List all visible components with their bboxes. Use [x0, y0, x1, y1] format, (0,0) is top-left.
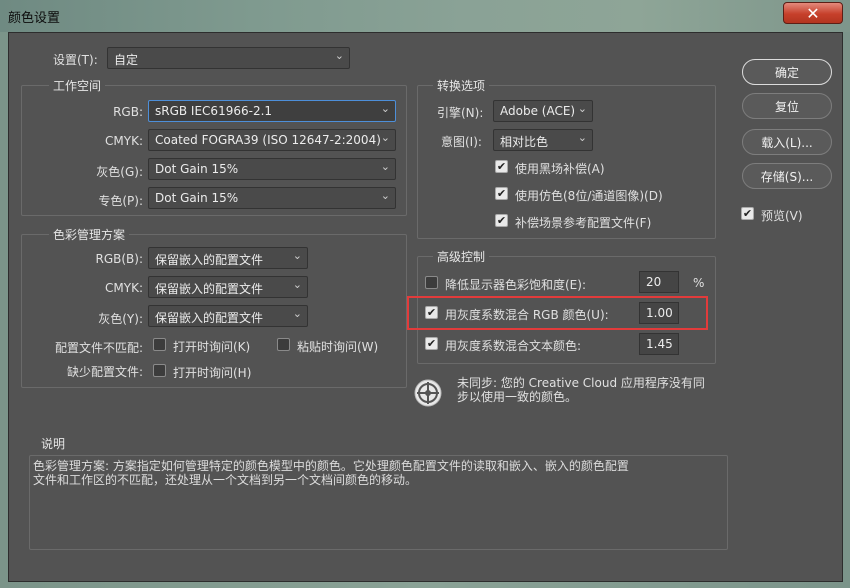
chevron-down-icon: ⌄	[380, 189, 390, 202]
settings-label: 设置(T):	[53, 53, 98, 67]
ws-gray-label: 灰色(G):	[96, 165, 143, 179]
ws-rgb-select[interactable]: sRGB IEC61966-2.1 ⌄	[148, 100, 396, 122]
ws-rgb-value: sRGB IEC61966-2.1	[155, 104, 273, 118]
chevron-down-icon: ⌄	[577, 131, 587, 144]
ask-open-missing-checkbox[interactable]	[153, 364, 166, 377]
close-icon: ✕	[806, 3, 820, 23]
window-title: 颜色设置	[8, 11, 61, 26]
ws-cmyk-label: CMYK:	[105, 134, 143, 148]
sync-text-line2: 步以使用一致的颜色。	[457, 390, 578, 404]
ask-open-checkbox[interactable]	[153, 338, 166, 351]
compensate-checkbox[interactable]: ✔	[495, 214, 508, 227]
blend-text-checkbox[interactable]: ✔	[425, 337, 438, 350]
dialog-body: 设置(T): 自定 ⌄ 工作空间 RGB: sRGB IEC61966-2.1 ⌄ …	[8, 32, 843, 582]
ask-open-label[interactable]: 打开时询问(K)	[173, 338, 250, 355]
intent-value: 相对比色	[500, 135, 549, 149]
ws-cmyk-select[interactable]: Coated FOGRA39 (ISO 12647-2:2004) ⌄	[148, 129, 396, 151]
chevron-down-icon: ⌄	[380, 102, 390, 115]
desaturate-checkbox[interactable]	[425, 276, 438, 289]
pol-gray-value: 保留嵌入的配置文件	[155, 311, 264, 325]
preview-checkbox[interactable]: ✔	[741, 207, 754, 220]
pol-rgb-select[interactable]: 保留嵌入的配置文件 ⌄	[148, 247, 308, 269]
ws-spot-label: 专色(P):	[98, 194, 143, 208]
ok-button[interactable]: 确定	[742, 59, 832, 85]
ws-gray-value: Dot Gain 15%	[155, 162, 239, 176]
save-button[interactable]: 存储(S)...	[742, 163, 832, 189]
blend-rgb-label[interactable]: 用灰度系数混合 RGB 颜色(U):	[445, 306, 609, 323]
missing-label: 缺少配置文件:	[66, 365, 143, 379]
settings-value: 自定	[114, 53, 139, 67]
chevron-down-icon: ⌄	[577, 102, 587, 115]
ws-gray-select[interactable]: Dot Gain 15% ⌄	[148, 158, 396, 180]
dither-label[interactable]: 使用仿色(8位/通道图像)(D)	[515, 187, 663, 204]
ws-cmyk-value: Coated FOGRA39 (ISO 12647-2:2004)	[155, 133, 381, 147]
pol-cmyk-value: 保留嵌入的配置文件	[155, 282, 264, 296]
pol-cmyk-select[interactable]: 保留嵌入的配置文件 ⌄	[148, 276, 308, 298]
sync-status-icon	[413, 378, 443, 408]
description-line1: 色彩管理方案: 方案指定如何管理特定的颜色模型中的颜色。它处理颜色配置文件的读取…	[33, 459, 629, 473]
conversion-title: 转换选项	[433, 77, 490, 94]
chevron-down-icon: ⌄	[292, 307, 302, 320]
chevron-down-icon: ⌄	[334, 49, 344, 62]
description-text: 色彩管理方案: 方案指定如何管理特定的颜色模型中的颜色。它处理颜色配置文件的读取…	[33, 459, 713, 487]
ws-rgb-label: RGB:	[113, 105, 143, 119]
load-button[interactable]: 载入(L)...	[742, 129, 832, 155]
pol-cmyk-label: CMYK:	[105, 281, 143, 295]
preview-label[interactable]: 预览(V)	[761, 207, 803, 224]
intent-label: 意图(I):	[441, 135, 482, 149]
bpc-label[interactable]: 使用黑场补偿(A)	[515, 160, 605, 177]
settings-select[interactable]: 自定 ⌄	[107, 47, 350, 69]
blend-rgb-checkbox[interactable]: ✔	[425, 306, 438, 319]
blend-rgb-input[interactable]: 1.00	[639, 302, 679, 324]
pol-gray-label: 灰色(Y):	[98, 312, 143, 326]
pol-rgb-value: 保留嵌入的配置文件	[155, 253, 264, 267]
workspace-title: 工作空间	[49, 77, 106, 94]
engine-value: Adobe (ACE)	[500, 104, 576, 118]
blend-text-label[interactable]: 用灰度系数混合文本颜色:	[445, 337, 581, 354]
description-title: 说明	[37, 435, 70, 452]
mismatch-label: 配置文件不匹配:	[54, 341, 143, 355]
blend-text-input[interactable]: 1.45	[639, 333, 679, 355]
compensate-label[interactable]: 补偿场景参考配置文件(F)	[515, 214, 651, 231]
chevron-down-icon: ⌄	[380, 131, 390, 144]
ask-paste-checkbox[interactable]	[277, 338, 290, 351]
dither-checkbox[interactable]: ✔	[495, 187, 508, 200]
pol-rgb-label: RGB(B):	[95, 252, 143, 266]
ws-spot-select[interactable]: Dot Gain 15% ⌄	[148, 187, 396, 209]
policies-title: 色彩管理方案	[49, 226, 130, 243]
engine-select[interactable]: Adobe (ACE) ⌄	[493, 100, 593, 122]
desaturate-input[interactable]: 20	[639, 271, 679, 293]
title-bar[interactable]: 颜色设置 ✕	[0, 0, 850, 32]
bpc-checkbox[interactable]: ✔	[495, 160, 508, 173]
ws-spot-value: Dot Gain 15%	[155, 191, 239, 205]
reset-button[interactable]: 复位	[742, 93, 832, 119]
desaturate-label[interactable]: 降低显示器色彩饱和度(E):	[445, 276, 586, 293]
desaturate-unit: %	[693, 276, 705, 290]
chevron-down-icon: ⌄	[292, 278, 302, 291]
description-line2: 文件和工作区的不匹配，还处理从一个文档到另一个文档间颜色的移动。	[33, 473, 418, 487]
intent-select[interactable]: 相对比色 ⌄	[493, 129, 593, 151]
advanced-title: 高级控制	[433, 248, 490, 265]
chevron-down-icon: ⌄	[380, 160, 390, 173]
close-button[interactable]: ✕	[783, 2, 843, 24]
engine-label: 引擎(N):	[437, 106, 484, 120]
pol-gray-select[interactable]: 保留嵌入的配置文件 ⌄	[148, 305, 308, 327]
chevron-down-icon: ⌄	[292, 249, 302, 262]
ask-paste-label[interactable]: 粘贴时询问(W)	[297, 338, 378, 355]
ask-open-missing-label[interactable]: 打开时询问(H)	[173, 364, 251, 381]
